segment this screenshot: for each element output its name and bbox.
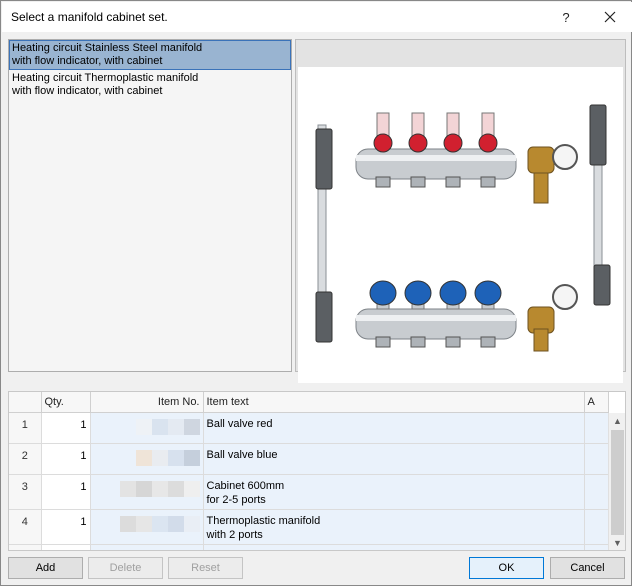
valve-cap (478, 133, 498, 153)
outlet-nut (375, 176, 391, 188)
help-button[interactable]: ? (546, 2, 586, 32)
item-text-cell[interactable]: Cabinet 600mm for 2-5 ports (203, 474, 585, 510)
header-a[interactable]: A (584, 392, 609, 413)
qty-cell[interactable]: 1 (41, 412, 91, 444)
valve-cap (369, 280, 397, 306)
qty-cell[interactable]: 1 (41, 509, 91, 545)
table-header: Qty. Item No. Item text A (9, 392, 609, 413)
row-number: 4 (9, 509, 42, 545)
close-icon (604, 11, 616, 23)
item-no-cell[interactable] (90, 443, 204, 475)
close-button[interactable] (590, 2, 630, 32)
scroll-down-arrow-icon[interactable]: ▼ (609, 535, 625, 550)
valve-cap (443, 133, 463, 153)
row-number: 2 (9, 443, 42, 475)
manifold-cabinet-dialog: Select a manifold cabinet set. ? Heating… (0, 0, 632, 586)
item-text-cell[interactable]: Thermoplastic manifold with 2 ports (203, 509, 585, 545)
a-cell[interactable] (584, 443, 609, 475)
valve-cap (439, 280, 467, 306)
qty-cell[interactable]: 1 (41, 474, 91, 510)
redacted-item-number (94, 480, 200, 497)
qty-cell[interactable]: 1 (41, 443, 91, 475)
items-table: Qty. Item No. Item text A 1 1 Ball valve… (9, 392, 609, 550)
item-no-cell[interactable] (90, 412, 204, 444)
grid-vertical-scrollbar[interactable]: ▲ ▼ (608, 413, 625, 550)
row-number: 1 (9, 412, 42, 444)
add-button[interactable]: Add (8, 557, 83, 579)
header-item-text[interactable]: Item text (203, 392, 585, 413)
valve-cap (408, 133, 428, 153)
outlet-nut (410, 176, 426, 188)
table-row-empty[interactable] (9, 544, 609, 550)
scroll-up-arrow-icon[interactable]: ▲ (609, 413, 625, 429)
item-no-cell[interactable] (90, 509, 204, 545)
table-row[interactable]: 3 1 Cabinet 600mm for 2-5 ports (9, 474, 609, 510)
row-number: 3 (9, 474, 42, 510)
a-cell[interactable] (584, 412, 609, 444)
title-bar: Select a manifold cabinet set. ? (2, 2, 632, 32)
header-rownum (9, 392, 42, 413)
delete-button[interactable]: Delete (88, 557, 163, 579)
outlet-nut (375, 336, 391, 348)
set-item-stainless-steel[interactable]: Heating circuit Stainless Steel manifold… (9, 40, 291, 70)
manifold-cabinet-set-image (298, 67, 623, 383)
manifold-illustration (315, 104, 611, 352)
redacted-item-number (94, 515, 200, 532)
preview-panel (295, 39, 626, 383)
items-grid: Qty. Item No. Item text A 1 1 Ball valve… (8, 391, 626, 551)
valve-cap (373, 133, 393, 153)
outlet-nut (410, 336, 426, 348)
ok-button[interactable]: OK (469, 557, 544, 579)
reset-button[interactable]: Reset (168, 557, 243, 579)
table-row[interactable]: 4 1 Thermoplastic manifold with 2 ports (9, 509, 609, 545)
dialog-title: Select a manifold cabinet set. (11, 10, 168, 24)
redacted-item-number (94, 418, 200, 435)
a-cell[interactable] (584, 474, 609, 510)
header-qty[interactable]: Qty. (41, 392, 91, 413)
valve-cap (474, 280, 502, 306)
outlet-nut (445, 176, 461, 188)
cancel-button[interactable]: Cancel (550, 557, 625, 579)
item-no-cell[interactable] (90, 474, 204, 510)
manifold-set-list[interactable]: Heating circuit Stainless Steel manifold… (8, 39, 292, 372)
outlet-nut (480, 176, 496, 188)
item-text-cell[interactable]: Ball valve red (203, 412, 585, 444)
scroll-thumb[interactable] (611, 430, 624, 535)
header-item-no[interactable]: Item No. (90, 392, 204, 413)
redacted-item-number (94, 449, 200, 466)
set-item-thermoplastic[interactable]: Heating circuit Thermoplastic manifold w… (9, 70, 291, 100)
item-text-cell[interactable]: Ball valve blue (203, 443, 585, 475)
outlet-nut (445, 336, 461, 348)
outlet-nut (480, 336, 496, 348)
table-row[interactable]: 2 1 Ball valve blue (9, 443, 609, 475)
valve-cap (404, 280, 432, 306)
table-row[interactable]: 1 1 Ball valve red (9, 412, 609, 444)
a-cell[interactable] (584, 509, 609, 545)
